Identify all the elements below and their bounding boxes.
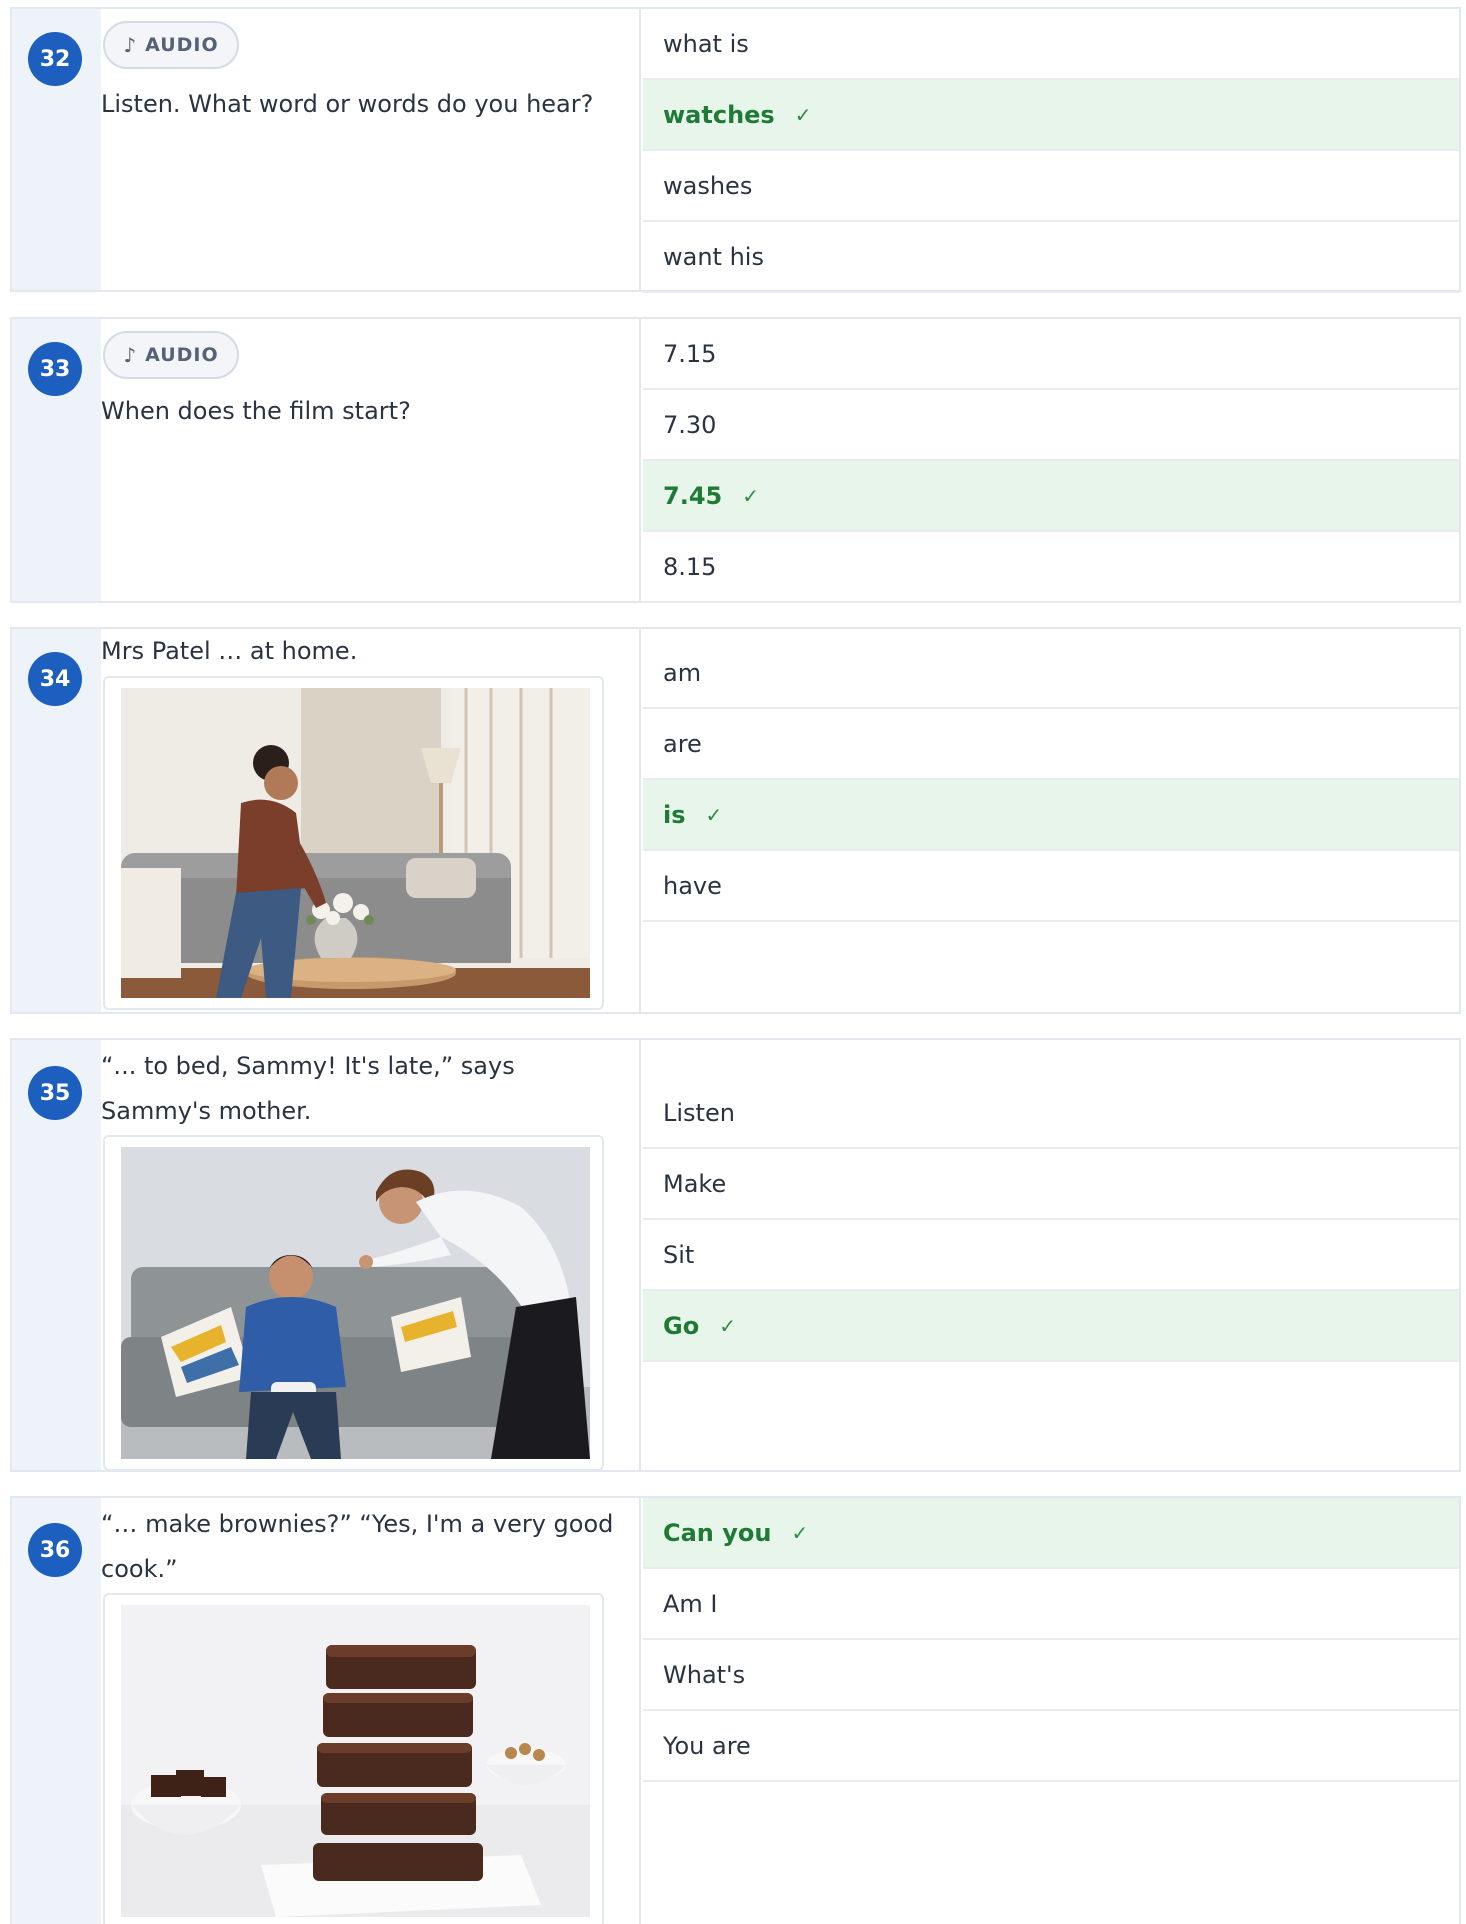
audio-button[interactable]: ♪ AUDIO xyxy=(103,331,239,379)
living-room-image xyxy=(121,688,590,998)
question-number-column: 34 xyxy=(12,629,101,1012)
option-label: Can you xyxy=(663,1518,772,1547)
answer-option[interactable]: You are xyxy=(643,1711,1459,1782)
option-label: Listen xyxy=(663,1098,735,1127)
question-number-badge: 32 xyxy=(28,32,82,86)
answer-options: 7.15 7.30 7.45 ✓ 8.15 xyxy=(643,319,1459,603)
question-text: When does the film start? xyxy=(101,397,411,425)
music-note-icon: ♪ xyxy=(123,343,138,367)
option-label: Sit xyxy=(663,1240,695,1269)
option-label: What's xyxy=(663,1660,746,1689)
question-text-line: cook.” xyxy=(101,1555,178,1583)
answer-option-correct[interactable]: Go ✓ xyxy=(643,1291,1459,1362)
answer-option[interactable]: are xyxy=(643,709,1459,780)
answer-option[interactable]: 8.15 xyxy=(643,532,1459,603)
answer-option[interactable]: Am I xyxy=(643,1569,1459,1640)
checkmark-icon: ✓ xyxy=(742,483,759,508)
answer-options: Can you ✓ Am I What's You are xyxy=(643,1498,1459,1782)
question-card-36: 36 “… make brownies?” “Yes, I'm a very g… xyxy=(10,1496,1461,1924)
answer-options: Listen Make Sit Go ✓ xyxy=(643,1078,1459,1362)
question-number-column: 35 xyxy=(12,1040,101,1470)
option-label: are xyxy=(663,729,702,758)
answer-option[interactable]: 7.15 xyxy=(643,319,1459,390)
answer-option[interactable]: want his xyxy=(643,222,1459,293)
brownies-image xyxy=(121,1605,590,1917)
option-label: what is xyxy=(663,29,749,58)
answer-options: what is watches ✓ washes want his xyxy=(643,9,1459,293)
question-prompt: “… make brownies?” “Yes, I'm a very good… xyxy=(101,1498,641,1924)
option-label: You are xyxy=(663,1731,751,1760)
checkmark-icon: ✓ xyxy=(719,1313,736,1338)
answer-option-correct[interactable]: Can you ✓ xyxy=(643,1498,1459,1569)
question-text: “… make brownies?” “Yes, I'm a very good… xyxy=(101,1502,641,1592)
option-label: 7.15 xyxy=(663,339,717,368)
question-card-34: 34 Mrs Patel … at home. am are is ✓ have xyxy=(10,627,1461,1014)
option-label: washes xyxy=(663,171,753,200)
question-text-line: “... to bed, Sammy! It's late,” says xyxy=(101,1052,515,1080)
question-text-line: “… make brownies?” “Yes, I'm a very good xyxy=(101,1510,614,1538)
question-card-32: 32 ♪ AUDIO Listen. What word or words do… xyxy=(10,7,1461,293)
checkmark-icon: ✓ xyxy=(791,1520,809,1545)
option-label: is xyxy=(663,800,686,829)
option-label: Make xyxy=(663,1169,727,1198)
answer-option-correct[interactable]: is ✓ xyxy=(643,780,1459,851)
answer-option[interactable]: Listen xyxy=(643,1078,1459,1149)
question-number-column: 33 xyxy=(12,319,101,601)
question-number-badge: 34 xyxy=(28,652,82,706)
living-room-photo xyxy=(103,676,604,1010)
question-card-35: 35 “... to bed, Sammy! It's late,” says … xyxy=(10,1038,1461,1472)
question-text: Mrs Patel … at home. xyxy=(101,637,358,665)
option-label: 8.15 xyxy=(663,552,717,581)
question-card-33: 33 ♪ AUDIO When does the film start? 7.1… xyxy=(10,317,1461,603)
option-label: Am I xyxy=(663,1589,718,1618)
question-number-badge: 35 xyxy=(28,1066,82,1120)
question-number-column: 36 xyxy=(12,1498,101,1924)
brownies-photo xyxy=(103,1593,604,1924)
audio-button[interactable]: ♪ AUDIO xyxy=(103,21,239,69)
question-text: Listen. What word or words do you hear? xyxy=(101,90,594,118)
answer-option[interactable]: am xyxy=(643,638,1459,709)
answer-option-correct[interactable]: 7.45 ✓ xyxy=(643,461,1459,532)
option-label: have xyxy=(663,871,722,900)
music-note-icon: ♪ xyxy=(123,33,138,57)
question-prompt: “... to bed, Sammy! It's late,” says Sam… xyxy=(101,1040,641,1471)
mother-and-boy-image xyxy=(121,1147,590,1459)
audio-button-label: AUDIO xyxy=(145,34,219,56)
checkmark-icon: ✓ xyxy=(705,802,723,827)
answer-option[interactable]: what is xyxy=(643,9,1459,80)
question-number-badge: 33 xyxy=(28,342,82,396)
option-label: 7.45 xyxy=(663,481,723,510)
answer-option[interactable]: have xyxy=(643,851,1459,922)
question-prompt: ♪ AUDIO When does the film start? xyxy=(101,319,641,601)
question-text: “... to bed, Sammy! It's late,” says Sam… xyxy=(101,1044,641,1134)
answer-option[interactable]: 7.30 xyxy=(643,390,1459,461)
answer-option[interactable]: washes xyxy=(643,151,1459,222)
option-label: 7.30 xyxy=(663,410,717,439)
option-label: want his xyxy=(663,242,764,271)
checkmark-icon: ✓ xyxy=(794,102,812,127)
mother-and-boy-photo xyxy=(103,1135,604,1471)
answer-option[interactable]: Make xyxy=(643,1149,1459,1220)
answer-options: am are is ✓ have xyxy=(643,638,1459,922)
option-label: Go xyxy=(663,1311,700,1340)
answer-option[interactable]: What's xyxy=(643,1640,1459,1711)
question-prompt: ♪ AUDIO Listen. What word or words do yo… xyxy=(101,9,641,290)
audio-button-label: AUDIO xyxy=(145,344,219,366)
question-prompt: Mrs Patel … at home. xyxy=(101,629,641,1012)
question-number-badge: 36 xyxy=(28,1523,82,1577)
question-text-line: Sammy's mother. xyxy=(101,1097,312,1125)
answer-option-correct[interactable]: watches ✓ xyxy=(643,80,1459,151)
question-number-column: 32 xyxy=(12,9,101,290)
option-label: watches xyxy=(663,100,775,129)
option-label: am xyxy=(663,658,702,687)
answer-option[interactable]: Sit xyxy=(643,1220,1459,1291)
